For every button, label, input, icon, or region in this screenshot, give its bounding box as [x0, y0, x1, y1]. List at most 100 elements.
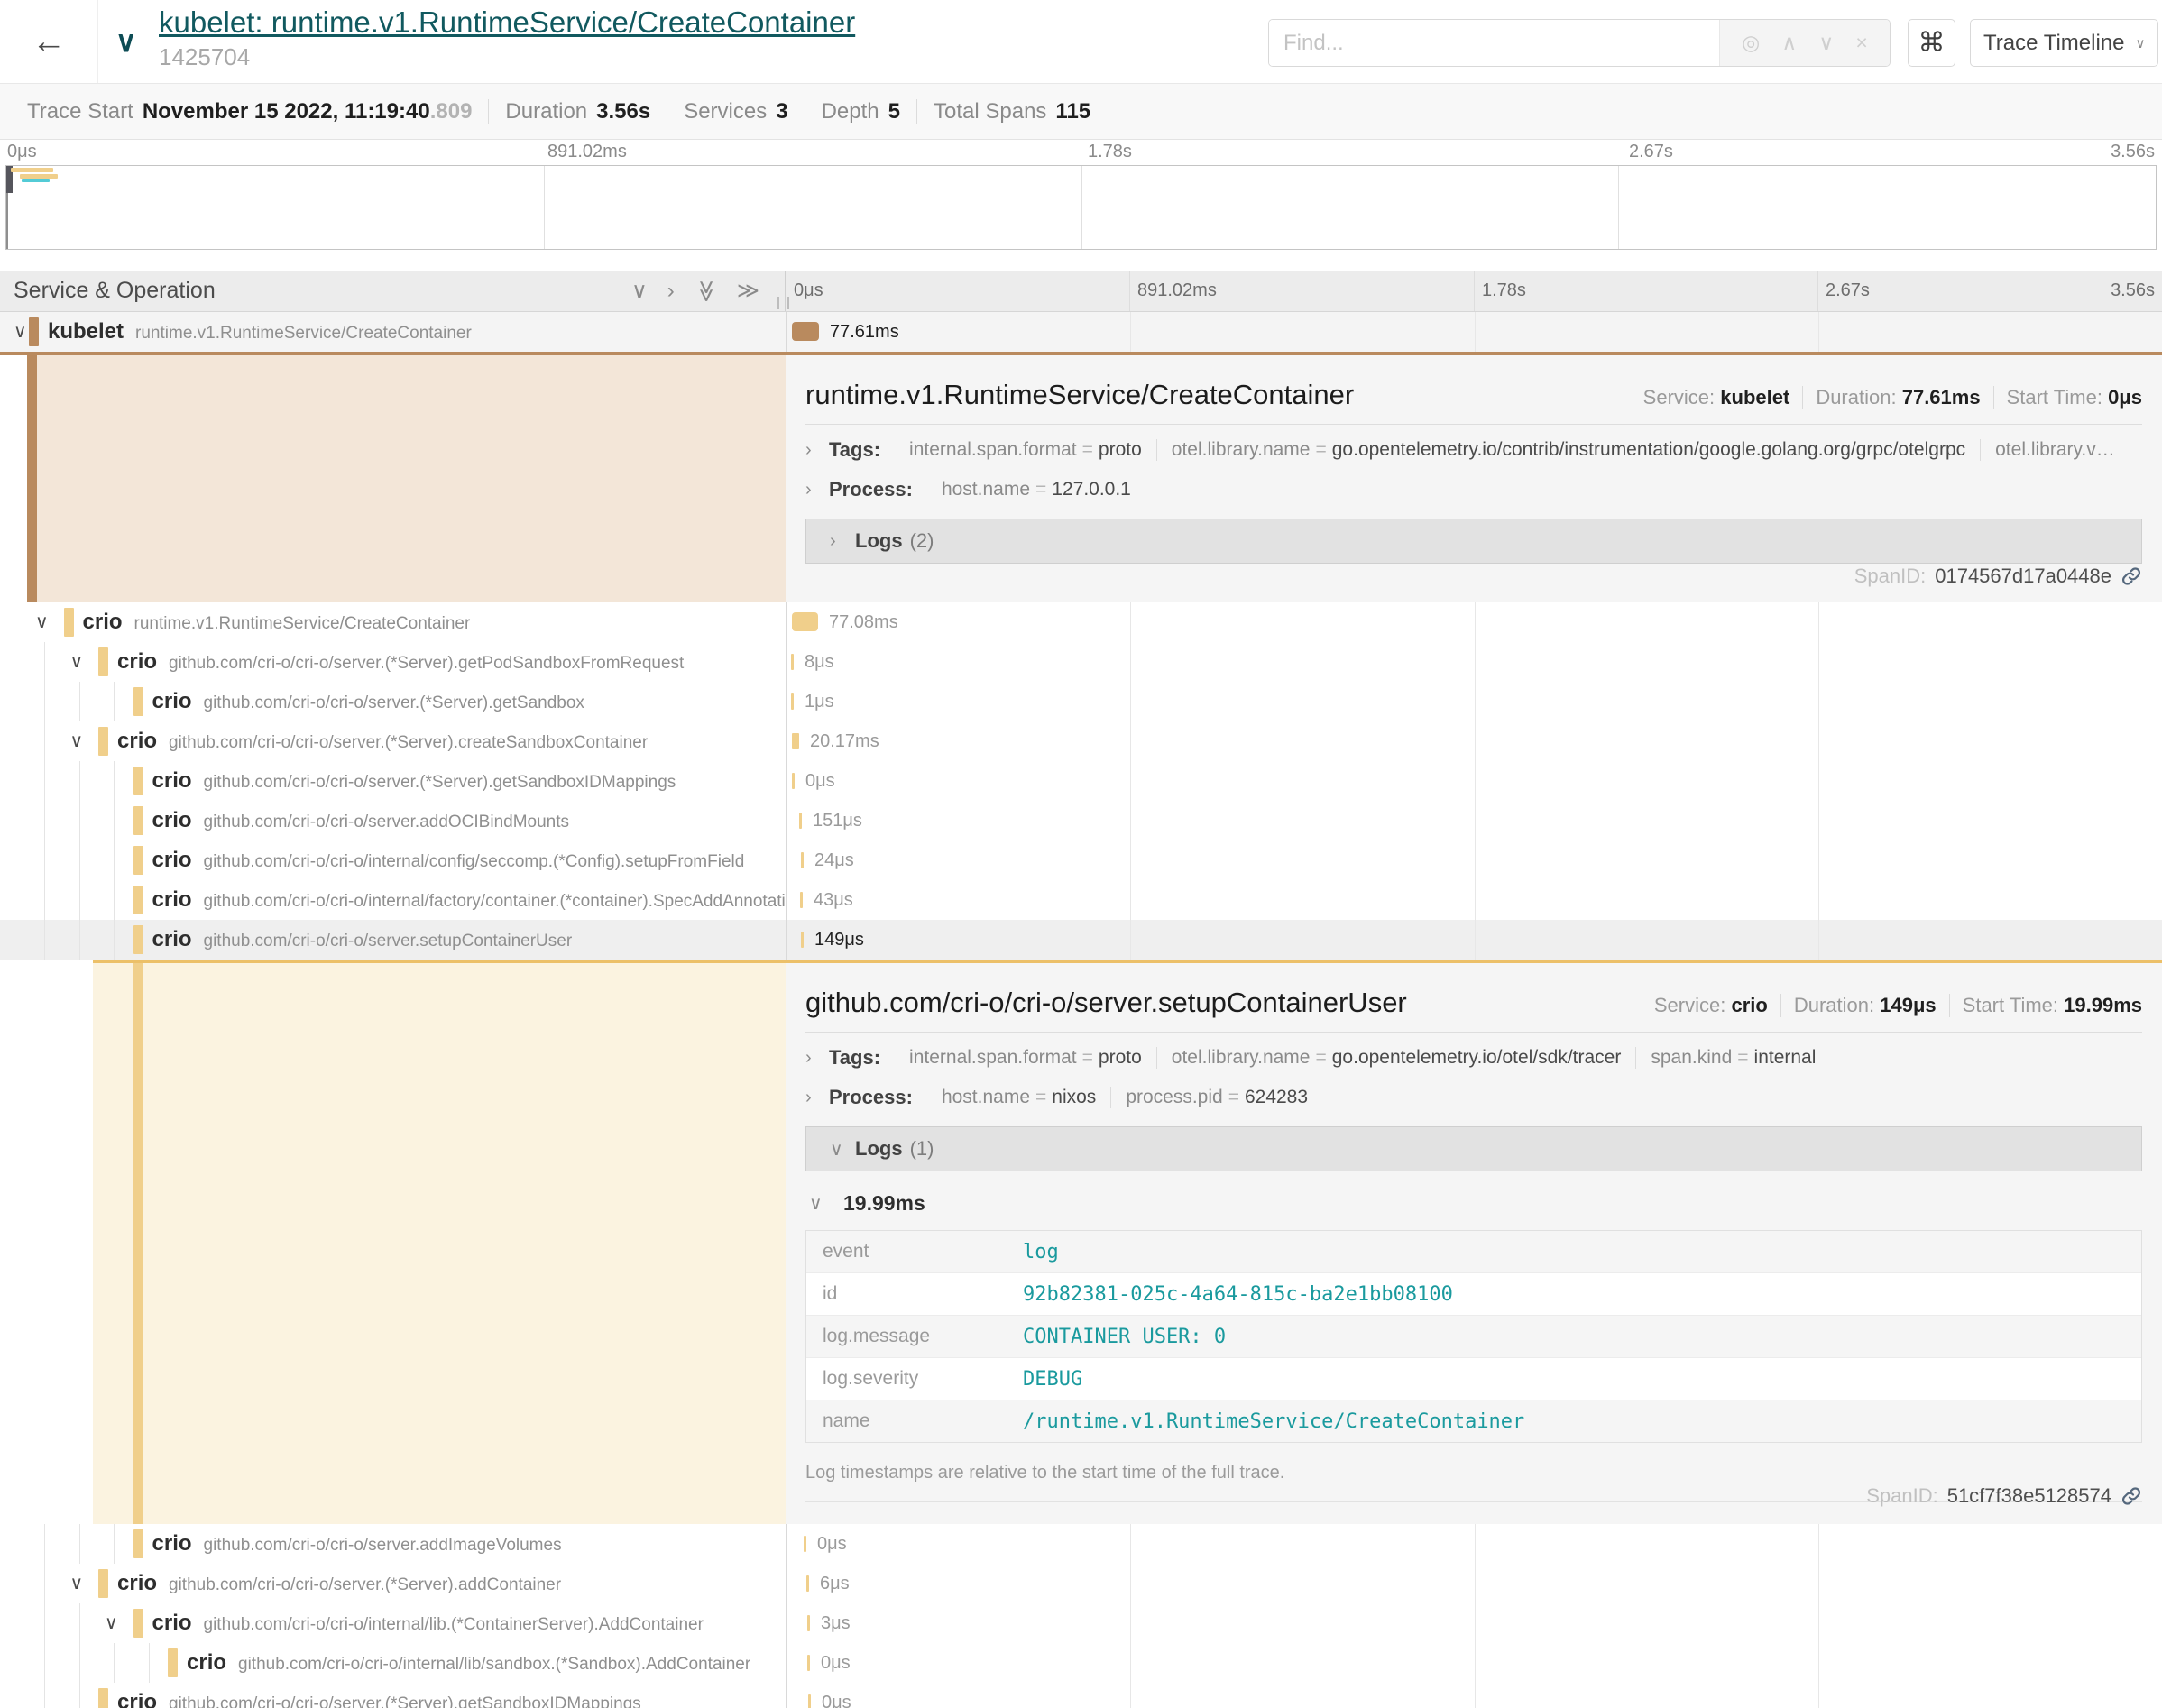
trace-title-link[interactable]: kubelet: runtime.v1.RuntimeService/Creat…: [159, 5, 855, 40]
span-row-timeline[interactable]: 77.08ms: [786, 602, 2162, 642]
span-duration-bar[interactable]: [792, 322, 819, 341]
span-row[interactable]: criogithub.com/cri-o/cri-o/server.addOCI…: [0, 801, 2162, 840]
logs-accordion-expanded[interactable]: ∨ Logs (1): [805, 1126, 2142, 1171]
span-row[interactable]: ∨ kubeletruntime.v1.RuntimeService/Creat…: [0, 312, 2162, 352]
span-service-name: crio: [83, 610, 123, 634]
span-duration-bar[interactable]: [792, 733, 799, 749]
span-row-timeline[interactable]: 20.17ms: [786, 721, 2162, 761]
span-expand-chevron-icon[interactable]: ∨: [35, 602, 49, 642]
span-duration-bar[interactable]: [800, 892, 803, 908]
span-row-timeline[interactable]: 8μs: [786, 642, 2162, 682]
span-expand-chevron-icon[interactable]: ∨: [70, 642, 84, 682]
span-row[interactable]: ∨ criogithub.com/cri-o/cri-o/server.(*Se…: [0, 642, 2162, 682]
indent-guide: [79, 801, 80, 840]
span-duration-bar[interactable]: [801, 852, 804, 868]
span-duration-bar[interactable]: [792, 773, 795, 789]
span-row-timeline[interactable]: 1μs: [786, 682, 2162, 721]
trace-view-selector[interactable]: Trace Timeline ∨: [1970, 19, 2158, 67]
service-value: crio: [1731, 994, 1767, 1016]
summary-item: Total Spans 115: [916, 99, 1107, 124]
indent-guide: [79, 761, 80, 801]
span-duration-bar[interactable]: [791, 693, 794, 710]
back-button[interactable]: ←: [0, 0, 98, 83]
trace-collapse-icon[interactable]: ∨: [115, 27, 136, 56]
span-row[interactable]: criogithub.com/cri-o/cri-o/internal/fact…: [0, 880, 2162, 920]
service-color-bar: [133, 767, 143, 795]
prev-result-icon[interactable]: ∧: [1781, 32, 1797, 53]
collapse-all-icon[interactable]: ≫: [695, 280, 716, 302]
span-row-timeline[interactable]: 0μs: [786, 761, 2162, 801]
span-service-name: crio: [152, 808, 192, 832]
span-expand-chevron-icon[interactable]: ∨: [70, 721, 84, 761]
logs-accordion-collapsed[interactable]: › Logs (2): [805, 519, 2142, 564]
span-row[interactable]: criogithub.com/cri-o/cri-o/server.setupC…: [0, 920, 2162, 960]
span-row[interactable]: ∨ criogithub.com/cri-o/cri-o/internal/li…: [0, 1603, 2162, 1643]
span-row-timeline[interactable]: 77.61ms: [786, 312, 2162, 352]
span-row-timeline[interactable]: 149μs: [786, 920, 2162, 960]
span-row[interactable]: criogithub.com/cri-o/cri-o/server.(*Serv…: [0, 682, 2162, 721]
span-duration-bar[interactable]: [804, 1536, 806, 1552]
process-row[interactable]: › Process: host.name=127.0.0.1: [805, 475, 2142, 504]
span-row[interactable]: criogithub.com/cri-o/cri-o/internal/conf…: [0, 840, 2162, 880]
span-expand-chevron-icon[interactable]: ∨: [70, 1564, 84, 1603]
collapse-one-icon[interactable]: ∨: [631, 280, 648, 302]
tags-row[interactable]: › Tags: internal.span.format=protootel.l…: [805, 1043, 2142, 1072]
span-row-timeline[interactable]: 151μs: [786, 801, 2162, 840]
span-row[interactable]: ∨ crioruntime.v1.RuntimeService/CreateCo…: [0, 602, 2162, 642]
span-duration-label: 8μs: [805, 642, 834, 682]
tag-separator: =: [1732, 1047, 1753, 1068]
span-duration-bar[interactable]: [806, 1575, 809, 1592]
minimap-canvas[interactable]: [5, 165, 2157, 250]
tag-value: proto: [1099, 439, 1142, 460]
locate-icon[interactable]: ◎: [1742, 32, 1760, 53]
tag-item: internal.span.format=proto: [895, 1047, 1156, 1069]
keyboard-shortcuts-button[interactable]: ⌘: [1908, 19, 1955, 67]
span-row-timeline[interactable]: 3μs: [786, 1603, 2162, 1643]
span-duration-bar[interactable]: [808, 1694, 811, 1708]
span-row[interactable]: ∨ criogithub.com/cri-o/cri-o/server.(*Se…: [0, 1564, 2162, 1603]
process-separator: =: [1223, 1087, 1245, 1107]
log-entry-header[interactable]: ∨ 19.99ms: [805, 1191, 2142, 1216]
span-detail-panel-setup-container-user: github.com/cri-o/cri-o/server.setupConta…: [0, 960, 2162, 1524]
axis-tick-50: 1.78s: [1482, 280, 1526, 301]
indent-guide: [44, 1643, 45, 1683]
copy-link-icon[interactable]: [2121, 565, 2142, 587]
indent-guide: [44, 721, 45, 761]
log-field-key: id: [806, 1283, 1023, 1305]
span-row-timeline[interactable]: 43μs: [786, 880, 2162, 920]
span-duration-bar[interactable]: [791, 654, 794, 670]
span-row-timeline[interactable]: 0μs: [786, 1524, 2162, 1564]
span-duration-bar[interactable]: [799, 813, 802, 829]
span-row-timeline[interactable]: 6μs: [786, 1564, 2162, 1603]
chevron-down-icon: ∨: [830, 1138, 842, 1161]
next-result-icon[interactable]: ∨: [1818, 32, 1834, 53]
span-row[interactable]: criogithub.com/cri-o/cri-o/internal/lib/…: [0, 1643, 2162, 1683]
span-duration-bar[interactable]: [801, 932, 804, 948]
process-row[interactable]: › Process: host.name=nixosprocess.pid=62…: [805, 1083, 2142, 1112]
tag-key: otel.library.name: [1172, 1047, 1311, 1068]
span-row-timeline[interactable]: 0μs: [786, 1643, 2162, 1683]
tags-row[interactable]: › Tags: internal.span.format=protootel.l…: [805, 436, 2142, 464]
expand-one-icon[interactable]: ›: [667, 280, 675, 302]
span-row[interactable]: criogithub.com/cri-o/cri-o/server.(*Serv…: [0, 761, 2162, 801]
copy-link-icon[interactable]: [2121, 1485, 2142, 1507]
span-duration-bar[interactable]: [807, 1655, 810, 1671]
span-row-timeline[interactable]: 0μs: [786, 1683, 2162, 1708]
span-row-labels: criogithub.com/cri-o/cri-o/server.(*Serv…: [152, 682, 584, 721]
span-row[interactable]: criogithub.com/cri-o/cri-o/server.(*Serv…: [0, 1683, 2162, 1708]
span-duration-bar[interactable]: [807, 1615, 810, 1631]
chevron-right-icon: ›: [805, 1088, 818, 1108]
clear-search-icon[interactable]: ×: [1855, 32, 1867, 53]
axis-tick-100: 3.56s: [2111, 280, 2155, 301]
span-expand-chevron-icon[interactable]: ∨: [14, 312, 27, 352]
span-expand-chevron-icon[interactable]: ∨: [105, 1603, 118, 1643]
span-row[interactable]: ∨ criogithub.com/cri-o/cri-o/server.(*Se…: [0, 721, 2162, 761]
span-duration-bar[interactable]: [792, 612, 818, 631]
expand-all-icon[interactable]: ≫: [737, 280, 759, 302]
summary-label: Duration: [505, 99, 587, 124]
span-row-timeline[interactable]: 24μs: [786, 840, 2162, 880]
find-input[interactable]: [1269, 20, 1719, 66]
span-row[interactable]: criogithub.com/cri-o/cri-o/server.addIma…: [0, 1524, 2162, 1564]
indent-guide: [114, 682, 115, 721]
trace-minimap: 0μs 891.02ms 1.78s 2.67s 3.56s: [0, 140, 2162, 271]
